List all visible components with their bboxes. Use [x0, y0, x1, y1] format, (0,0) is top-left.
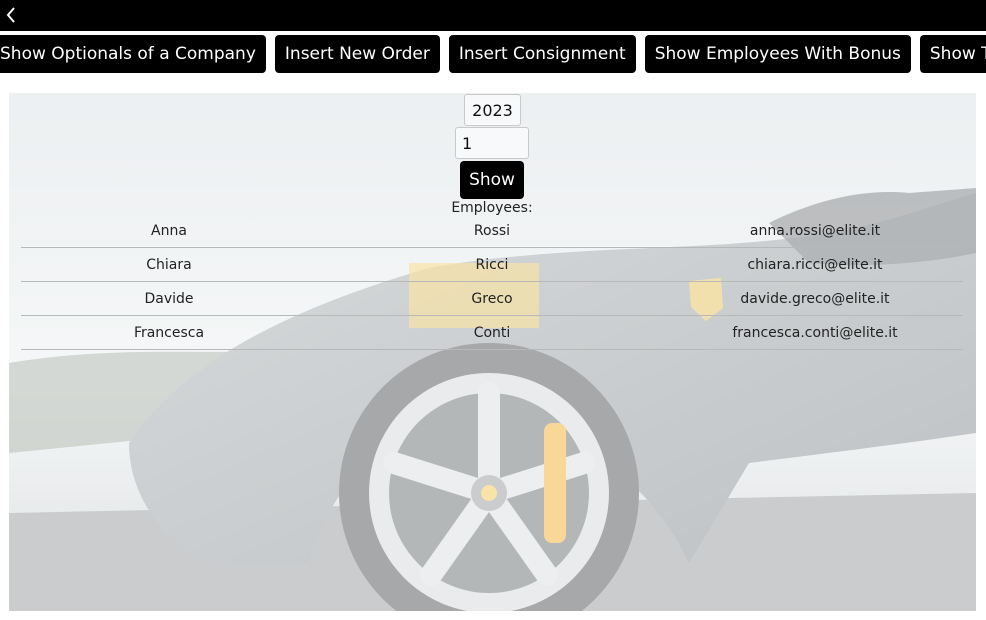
content-panel: Show Employees: Anna Rossi anna.rossi@el… [9, 93, 976, 611]
nav-top10-suppliers-button[interactable]: Show Top 10 Suppliers [919, 35, 986, 73]
table-row: Anna Rossi anna.rossi@elite.it [21, 214, 963, 248]
nav-strip[interactable]: Show Optionals of a Company Insert New Or… [0, 31, 986, 77]
table-row: Davide Greco davide.greco@elite.it [21, 282, 963, 316]
first-name-cell: Chiara [146, 256, 192, 273]
table-row: Francesca Conti francesca.conti@elite.it [21, 316, 963, 350]
top-bar [0, 0, 986, 31]
last-name-cell: Conti [473, 324, 511, 341]
back-button[interactable] [2, 3, 20, 27]
nav-insert-consignment-button[interactable]: Insert Consignment [448, 35, 636, 73]
table-row: Chiara Ricci chiara.ricci@elite.it [21, 248, 963, 282]
chevron-left-icon [6, 7, 15, 23]
email-cell: davide.greco@elite.it [740, 290, 890, 307]
first-name-cell: Davide [144, 290, 194, 307]
show-button[interactable]: Show [460, 161, 524, 199]
nav-show-optionals-button[interactable]: Show Optionals of a Company [0, 35, 266, 73]
nav-employees-bonus-button[interactable]: Show Employees With Bonus [644, 35, 911, 73]
nav-button-row: Show Optionals of a Company Insert New Or… [0, 35, 986, 73]
employees-table: Anna Rossi anna.rossi@elite.it Chiara Ri… [21, 214, 963, 350]
first-name-cell: Anna [151, 222, 187, 239]
year-input[interactable] [464, 94, 521, 126]
nav-insert-order-button[interactable]: Insert New Order [274, 35, 440, 73]
count-input[interactable] [455, 127, 529, 159]
last-name-cell: Greco [471, 290, 513, 307]
last-name-cell: Rossi [473, 222, 511, 239]
email-cell: anna.rossi@elite.it [749, 222, 881, 239]
email-cell: chiara.ricci@elite.it [747, 256, 883, 273]
email-cell: francesca.conti@elite.it [732, 324, 898, 341]
first-name-cell: Francesca [133, 324, 205, 341]
last-name-cell: Ricci [475, 256, 509, 273]
